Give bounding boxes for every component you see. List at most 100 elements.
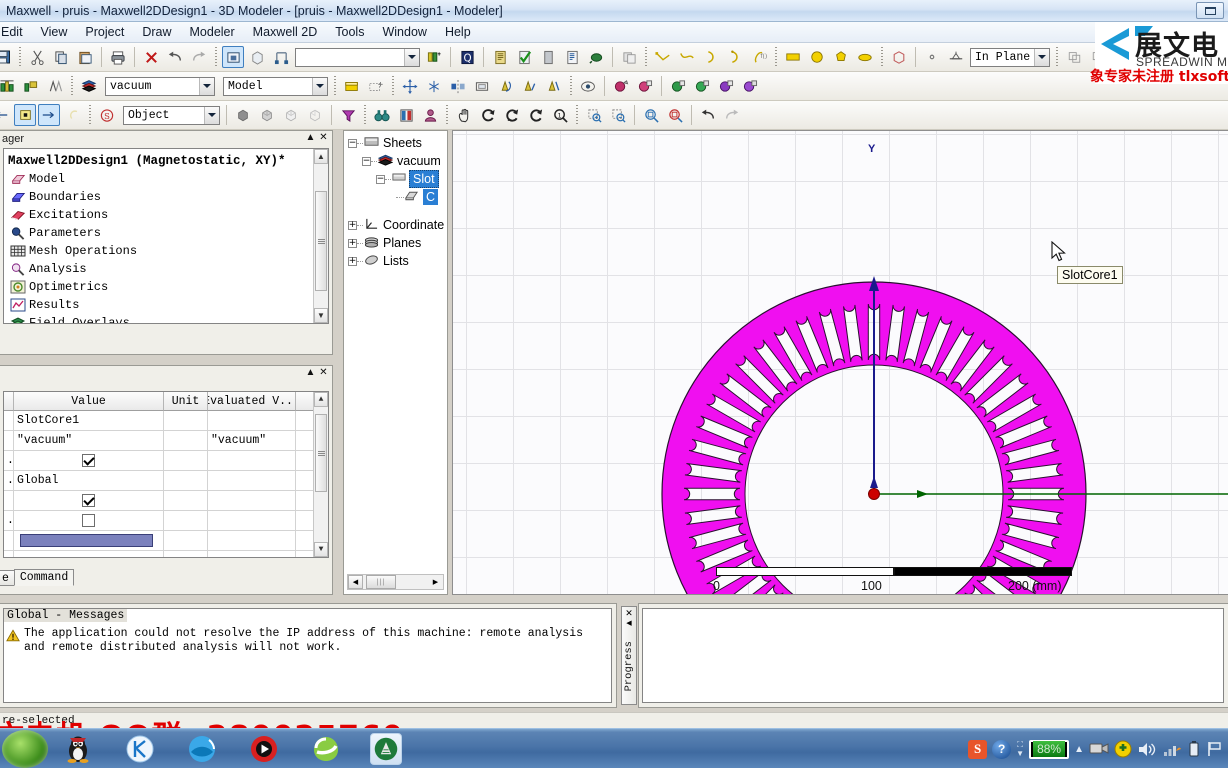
menu-modeler[interactable]: Modeler <box>181 23 244 41</box>
draw-plane-icon[interactable] <box>945 46 967 68</box>
field-plot-h-icon[interactable] <box>739 75 761 97</box>
field-plot-b-icon[interactable] <box>691 75 713 97</box>
redo-icon[interactable] <box>188 46 210 68</box>
stator-model-drawing[interactable] <box>453 131 1228 594</box>
solid-xray-icon[interactable] <box>280 104 302 126</box>
tree-item-excitations[interactable]: Excitations <box>4 206 312 224</box>
up-arrow-icon[interactable]: ▲ <box>1074 744 1084 755</box>
col-header-name[interactable] <box>4 392 14 411</box>
cell-value[interactable]: "vacuum" <box>14 431 164 451</box>
cell-unit[interactable] <box>164 411 208 431</box>
progress-tab-strip[interactable]: ✕ ◀ Progress <box>621 606 637 705</box>
expander-minus-icon[interactable]: − <box>376 174 385 184</box>
draw-equation-icon[interactable]: f() <box>748 46 770 68</box>
select-center-icon[interactable] <box>14 104 36 126</box>
scroll-left-arrow[interactable]: ◀ <box>348 575 363 589</box>
snap-icon[interactable]: S <box>96 104 118 126</box>
tree-item-model[interactable]: Model <box>4 170 312 188</box>
battery-icon[interactable] <box>1187 740 1201 758</box>
ie-icon[interactable] <box>310 733 342 765</box>
duplicate-around-axis-icon[interactable] <box>495 75 517 97</box>
collapse-icon[interactable]: ▲ <box>305 132 316 143</box>
material-name-combo[interactable] <box>295 47 420 67</box>
tree-node-lists[interactable]: + Lists <box>344 252 447 270</box>
project-tree[interactable]: Maxwell2DDesign1 (Magnetostatic, XY)* Mo… <box>3 148 329 324</box>
network-icon[interactable] <box>1162 741 1182 758</box>
cell-value-checkbox[interactable] <box>14 491 164 511</box>
menu-maxwell2d[interactable]: Maxwell 2D <box>244 23 327 41</box>
mesh-plot-icon[interactable] <box>610 75 632 97</box>
select-mode-combo[interactable]: Object <box>123 105 220 125</box>
message-entry[interactable]: The application could not resolve the IP… <box>6 627 607 655</box>
results-icon[interactable] <box>537 46 559 68</box>
tree-item-analysis[interactable]: Analysis <box>4 260 312 278</box>
screen-capture-icon[interactable] <box>1089 741 1109 757</box>
help-icon[interactable]: ? <box>992 739 1012 759</box>
move-icon[interactable] <box>399 75 421 97</box>
media-player-icon[interactable] <box>248 733 280 765</box>
messages-box[interactable]: Global - Messages The application could … <box>3 608 612 703</box>
checkbox-checked[interactable] <box>82 494 95 507</box>
rotate-view-icon[interactable] <box>477 104 499 126</box>
expander-plus-icon[interactable]: + <box>348 220 357 230</box>
close-icon[interactable]: ✕ <box>318 132 329 143</box>
undo-icon[interactable] <box>164 46 186 68</box>
mesh-edit-icon[interactable] <box>634 75 656 97</box>
expander-plus-icon[interactable]: + <box>348 256 357 266</box>
tree-node-vacuum[interactable]: − vacuum <box>344 152 447 170</box>
draw-rectangle-icon[interactable] <box>782 46 804 68</box>
layout-icon[interactable] <box>20 75 42 97</box>
cell-value-checkbox[interactable] <box>14 451 164 471</box>
scroll-thumb[interactable]: ||| <box>366 575 396 589</box>
scroll-down-arrow[interactable]: ▼ <box>314 542 328 557</box>
select-left-icon[interactable] <box>0 104 12 126</box>
checkbox-unchecked[interactable] <box>82 514 95 527</box>
tab-command[interactable]: Command <box>13 569 75 586</box>
chevron-down-icon[interactable] <box>199 77 214 95</box>
draw-ellipse-icon[interactable] <box>854 46 876 68</box>
validation-check-icon[interactable] <box>513 46 535 68</box>
draw-regular-polygon-icon[interactable] <box>830 46 852 68</box>
arc-icon[interactable] <box>62 104 84 126</box>
modeler-3d-viewport[interactable]: Y SlotCore1 0 100 200 (mm) <box>452 130 1228 595</box>
qq-penguin-icon[interactable] <box>62 733 94 765</box>
tree-item-mesh-operations[interactable]: Mesh Operations <box>4 242 312 260</box>
scroll-up-arrow[interactable]: ▲ <box>314 149 328 164</box>
tree-item-boundaries[interactable]: Boundaries <box>4 188 312 206</box>
next-view-icon[interactable] <box>721 104 743 126</box>
dynamic-rotate-icon[interactable] <box>501 104 523 126</box>
expander-minus-icon[interactable]: − <box>362 156 371 166</box>
sheet-new-icon[interactable] <box>365 75 387 97</box>
chevron-down-icon[interactable] <box>204 106 219 124</box>
modeler-tree-hscrollbar[interactable]: ◀ ||| ▶ <box>347 574 444 590</box>
menu-project[interactable]: Project <box>76 23 133 41</box>
menu-tools[interactable]: Tools <box>326 23 373 41</box>
plot-fields-icon[interactable] <box>585 46 607 68</box>
measure-icon[interactable] <box>0 75 18 97</box>
sheet-icon[interactable] <box>341 75 363 97</box>
start-orb[interactable] <box>2 729 48 768</box>
chevron-down-icon[interactable] <box>1034 48 1049 66</box>
chevron-down-icon[interactable] <box>404 48 419 66</box>
cell-unit[interactable] <box>164 531 208 551</box>
scroll-right-arrow[interactable]: ▶ <box>428 575 443 589</box>
select-right-icon[interactable] <box>38 104 60 126</box>
scroll-thumb[interactable] <box>315 414 327 492</box>
project-tree-scrollbar[interactable]: ▲ ▼ <box>313 149 328 323</box>
menu-draw[interactable]: Draw <box>133 23 180 41</box>
cell-value[interactable]: SlotCore1 <box>14 411 164 431</box>
cell-unit[interactable] <box>164 471 208 491</box>
cell-value-checkbox[interactable] <box>14 511 164 531</box>
view-binoculars-icon[interactable] <box>371 104 393 126</box>
solution-data-icon[interactable] <box>561 46 583 68</box>
menu-help[interactable]: Help <box>436 23 480 41</box>
tab-attribute[interactable]: e <box>0 570 15 586</box>
scroll-down-arrow[interactable]: ▼ <box>314 308 328 323</box>
cell-unit[interactable] <box>164 551 208 557</box>
validate-icon[interactable]: Q <box>456 46 478 68</box>
select-face-icon[interactable] <box>246 46 268 68</box>
draw-line-icon[interactable] <box>652 46 674 68</box>
in-plane-combo[interactable]: In Plane <box>970 47 1050 67</box>
material-combo[interactable]: vacuum <box>105 76 215 96</box>
volume-icon[interactable] <box>1137 741 1157 758</box>
